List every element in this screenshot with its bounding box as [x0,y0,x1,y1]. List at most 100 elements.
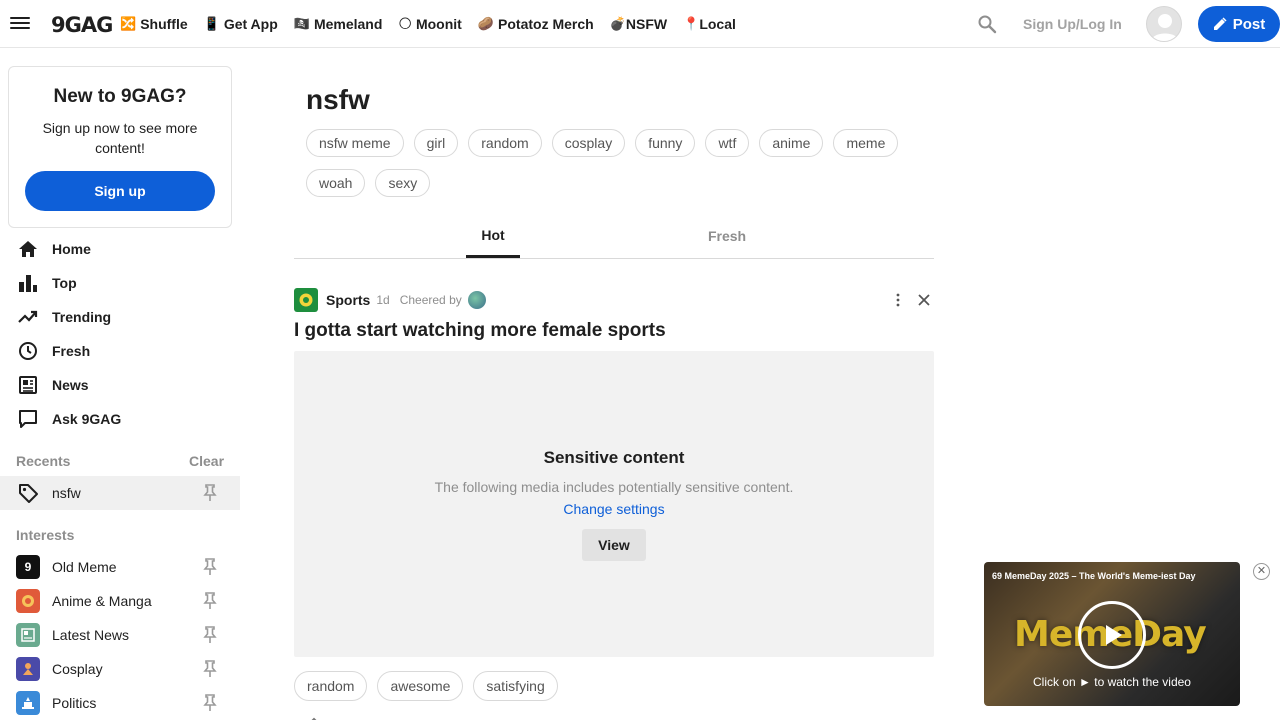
nav-get-app[interactable]: 📱 Get App [204,16,278,32]
post-tags: random awesome satisfying [294,671,558,701]
tag-chip[interactable]: sexy [375,169,431,197]
cheer-avatar[interactable] [467,291,486,309]
sensitive-description: The following media includes potentially… [434,479,794,495]
sidebar-item-ask-9gag[interactable]: Ask 9GAG [0,402,240,436]
nav-label: NSFW [625,16,668,32]
tab-hot[interactable]: Hot [466,214,520,258]
sidebar-item-fresh[interactable]: Fresh [0,334,240,368]
nav-label: Local [699,16,736,32]
post-tag-chip[interactable]: satisfying [473,671,558,701]
video-ad-hint: Click on ► to watch the video [1033,675,1191,689]
post-section-name[interactable]: Sports [326,292,370,308]
post-tag-chip[interactable]: awesome [377,671,464,701]
pirate-flag-icon: 🏴‍☠️ [293,16,310,31]
nav-potatoz-merch[interactable]: 🥔 Potatoz Merch [478,16,594,32]
tag-chip[interactable]: funny [635,129,696,157]
anime-icon [16,589,40,613]
nav-label: Get App [223,16,278,32]
post-title[interactable]: I gotta start watching more female sport… [294,320,666,342]
bar-chart-icon [17,272,39,294]
pin-icon[interactable] [201,626,219,644]
sidebar-nav: Home Top Trending Fresh News Ask 9GAG [0,232,240,436]
nav-moonit[interactable]: 🌕 Moonit [398,16,461,32]
tag-chip[interactable]: meme [833,129,899,157]
view-button[interactable]: View [582,529,646,561]
video-ad-player[interactable]: 69 MemeDay 2025 – The World's Meme-iest … [984,562,1240,706]
tag-list: nsfw meme girl random cosplay funny wtf … [306,129,926,197]
site-logo[interactable]: 9GAG [51,13,113,37]
tag-chip[interactable]: girl [413,129,459,157]
page-title: nsfw [306,84,370,115]
signup-card: New to 9GAG? Sign up now to see more con… [8,66,232,228]
clear-recents-button[interactable]: Clear [189,453,224,469]
pin-icon: 📍 [683,16,700,31]
sidebar-item-label: Trending [52,309,112,325]
sidebar-item-label: Ask 9GAG [52,411,122,427]
ad-close-icon[interactable]: ✕ [1253,563,1270,580]
sensitive-media-placeholder: Sensitive content The following media in… [294,351,934,657]
nav-nsfw[interactable]: 💣 NSFW [610,16,667,32]
tag-icon [17,482,39,504]
avatar[interactable] [1146,6,1182,42]
tag-chip[interactable]: cosplay [551,129,626,157]
nav-label: Potatoz Merch [498,16,594,32]
sensitive-title: Sensitive content [543,448,685,467]
tag-chip[interactable]: random [468,129,542,157]
potato-icon: 🥔 [477,16,495,31]
sidebar-item-trending[interactable]: Trending [0,300,240,334]
nav-shuffle[interactable]: 🔀 Shuffle [120,16,188,32]
chat-icon [17,408,39,430]
sidebar-item-label: Home [52,241,91,257]
sidebar-item-news[interactable]: News [0,368,240,402]
interest-label: Politics [52,695,97,711]
signup-card-title: New to 9GAG? [53,86,187,107]
post-action-bar [294,712,934,720]
tag-chip[interactable]: anime [759,129,824,157]
pin-icon[interactable] [201,694,219,712]
post-button[interactable]: Post [1198,6,1280,42]
signup-login-link[interactable]: Sign Up/Log In [1023,16,1122,32]
pin-icon[interactable] [201,592,219,610]
clock-icon [17,340,39,362]
more-options-icon[interactable] [890,292,906,308]
sidebar-item-home[interactable]: Home [0,232,240,266]
shuffle-icon: 🔀 [120,16,137,31]
bomb-icon: 💣 [609,16,626,31]
change-settings-link[interactable]: Change settings [294,501,934,517]
feed-tabs: Hot Fresh [294,214,934,259]
tab-fresh[interactable]: Fresh [694,214,760,258]
play-button[interactable] [1078,601,1146,669]
sidebar-item-label: Top [52,275,77,291]
close-icon[interactable] [916,292,932,308]
trending-icon [17,306,39,328]
top-header: 9GAG 🔀 Shuffle 📱 Get App 🏴‍☠️ Memeland 🌕 Moo… [0,0,1280,48]
sidebar-item-top[interactable]: Top [0,266,240,300]
nav-memeland[interactable]: 🏴‍☠️ Memeland [294,16,383,32]
soccer-ball-icon[interactable] [294,288,318,312]
home-icon [17,238,39,260]
pin-icon[interactable] [201,484,219,502]
search-icon[interactable] [977,14,997,34]
post-tag-chip[interactable]: random [294,671,368,701]
top-nav: 🔀 Shuffle 📱 Get App 🏴‍☠️ Memeland 🌕 Moonit 🥔… [120,0,752,48]
interest-label: Latest News [52,627,130,643]
nav-local[interactable]: 📍 Local [683,16,736,32]
tag-chip[interactable]: nsfw meme [306,129,404,157]
old-meme-icon: 9 [16,555,40,579]
tag-chip[interactable]: woah [306,169,366,197]
politics-icon [16,691,40,715]
moon-icon: 🌕 [398,16,412,31]
interest-label: Cosplay [52,661,103,677]
nav-label: Memeland [313,16,383,32]
signup-button[interactable]: Sign up [25,171,215,211]
news-icon [16,623,40,647]
pin-icon[interactable] [201,558,219,576]
pin-icon[interactable] [201,660,219,678]
tag-chip[interactable]: wtf [705,129,750,157]
nav-label: Shuffle [140,16,188,32]
menu-icon[interactable] [10,14,30,34]
play-icon [1106,625,1122,645]
cosplay-icon [16,657,40,681]
nav-label: Moonit [415,16,462,32]
sidebar-item-label: News [52,377,89,393]
